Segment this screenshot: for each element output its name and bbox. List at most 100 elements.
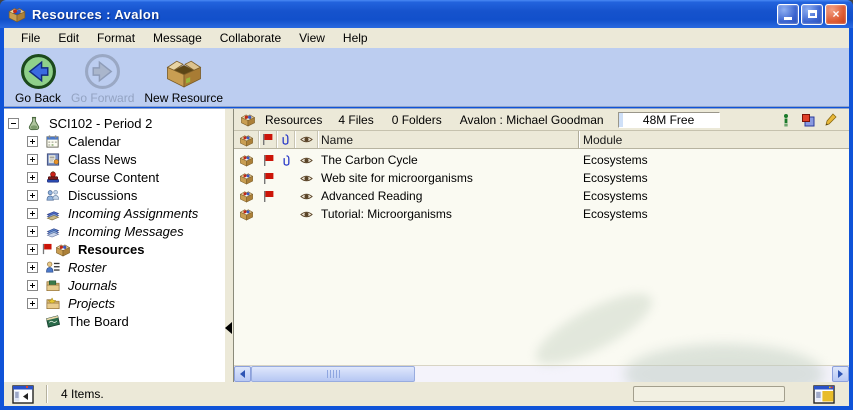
tree-item-label: Discussions [66, 188, 139, 203]
column-name[interactable]: Name [318, 131, 579, 148]
flag-icon [262, 154, 275, 167]
resource-box-icon [239, 133, 254, 147]
menu-item-format[interactable]: Format [88, 29, 144, 48]
expand-toggle-icon[interactable] [27, 208, 38, 219]
scroll-left-button[interactable] [234, 366, 251, 382]
paperclip-icon [280, 154, 293, 167]
resource-row[interactable]: Tutorial: Microorganisms Ecosystems [234, 205, 849, 223]
tree-item-label: Resources [76, 242, 146, 257]
close-button[interactable]: × [825, 4, 847, 25]
table-column-header: Name Module [234, 131, 849, 149]
column-module[interactable]: Module [579, 131, 849, 148]
tree-item-label: SCI102 - Period 2 [47, 116, 154, 131]
projects-icon [45, 296, 61, 311]
resource-name[interactable]: Advanced Reading [318, 187, 579, 205]
go-back-label: Go Back [15, 91, 61, 105]
menu-item-edit[interactable]: Edit [49, 29, 88, 48]
tree-item-incoming-messages[interactable]: Incoming Messages [4, 222, 225, 240]
tree-item-course-content[interactable]: Course Content [4, 168, 225, 186]
go-forward-icon [85, 53, 120, 90]
flag-icon [262, 172, 275, 185]
menu-item-file[interactable]: File [12, 29, 49, 48]
expand-toggle-icon[interactable] [27, 190, 38, 201]
menu-item-view[interactable]: View [290, 29, 334, 48]
expand-toggle-icon[interactable] [27, 262, 38, 273]
resource-name[interactable]: The Carbon Cycle [318, 151, 579, 169]
edit-pencil-icon[interactable] [823, 113, 837, 127]
go-forward-button: Go Forward [68, 52, 137, 106]
tree-item-label: Projects [66, 296, 117, 311]
column-type[interactable] [234, 131, 259, 148]
tree-item-label: Course Content [66, 170, 161, 185]
resource-row[interactable]: Web site for microorganisms Ecosystems [234, 169, 849, 187]
resource-box-icon [239, 153, 254, 167]
expand-toggle-icon[interactable] [27, 298, 38, 309]
scroll-right-button[interactable] [832, 366, 849, 382]
resource-module: Ecosystems [579, 205, 849, 223]
tree-item-label: Class News [66, 152, 139, 167]
go-forward-label: Go Forward [71, 91, 134, 105]
class-news-icon [45, 152, 61, 167]
panel-splitter[interactable] [225, 109, 234, 382]
column-flag[interactable] [259, 131, 277, 148]
paperclip-icon [279, 133, 292, 146]
title-bar[interactable]: Resources : Avalon × [0, 0, 853, 28]
copy-pages-icon[interactable] [801, 113, 815, 127]
tree-item-class-news[interactable]: Class News [4, 150, 225, 168]
tree-item-journals[interactable]: Journals [4, 276, 225, 294]
online-user-icon[interactable] [779, 113, 793, 127]
tree-item-roster[interactable]: Roster [4, 258, 225, 276]
status-bar: 4 Items. [4, 382, 849, 406]
expand-toggle-icon[interactable] [27, 226, 38, 237]
go-back-button[interactable]: Go Back [12, 52, 64, 106]
tree-item-incoming-assignments[interactable]: Incoming Assignments [4, 204, 225, 222]
tree-item-root[interactable]: SCI102 - Period 2 [4, 114, 225, 132]
eye-icon [300, 208, 313, 221]
collapse-panel-arrow-icon[interactable] [225, 322, 232, 334]
tree-item-projects[interactable]: Projects [4, 294, 225, 312]
column-visibility[interactable] [295, 131, 318, 148]
resource-box-icon [239, 207, 254, 221]
menu-item-help[interactable]: Help [334, 29, 377, 48]
expand-toggle-icon[interactable] [27, 172, 38, 183]
go-back-icon [21, 53, 56, 90]
item-count-text: 4 Items. [61, 387, 104, 401]
application-window: Resources : Avalon × File Edit Format Me… [0, 0, 853, 410]
course-tree-panel: SCI102 - Period 2 Calendar [4, 109, 225, 382]
menu-bar: File Edit Format Message Collaborate Vie… [4, 28, 849, 48]
expand-toggle-icon[interactable] [27, 136, 38, 147]
board-icon [45, 314, 61, 329]
free-space-fill [619, 113, 623, 127]
toggle-sidebar-icon[interactable] [12, 385, 34, 404]
incoming-messages-icon [45, 224, 61, 239]
resource-module: Ecosystems [579, 169, 849, 187]
flask-icon [26, 116, 42, 131]
tree-item-the-board[interactable]: The Board [4, 312, 225, 330]
resource-row[interactable]: Advanced Reading Ecosystems [234, 187, 849, 205]
menu-item-collaborate[interactable]: Collaborate [211, 29, 290, 48]
resource-name[interactable]: Web site for microorganisms [318, 169, 579, 187]
maximize-button[interactable] [801, 4, 823, 25]
discussions-icon [45, 188, 61, 203]
resource-name[interactable]: Tutorial: Microorganisms [318, 205, 579, 223]
tree-item-label: Journals [66, 278, 119, 293]
menu-item-message[interactable]: Message [144, 29, 211, 48]
tree-item-resources[interactable]: Resources [4, 240, 225, 258]
column-attachment[interactable] [277, 131, 295, 148]
tree-item-calendar[interactable]: Calendar [4, 132, 225, 150]
expand-toggle-icon[interactable] [27, 244, 38, 255]
tree-item-label: Calendar [66, 134, 123, 149]
collapse-toggle-icon[interactable] [8, 118, 19, 129]
minimize-button[interactable] [777, 4, 799, 25]
layout-view-icon[interactable] [813, 385, 835, 404]
new-resource-button[interactable]: New Resource [141, 52, 226, 106]
resource-row[interactable]: The Carbon Cycle Ecosystems [234, 151, 849, 169]
expand-toggle-icon[interactable] [27, 154, 38, 165]
scrollbar-thumb[interactable] [251, 366, 415, 382]
expand-toggle-icon[interactable] [27, 280, 38, 291]
flag-icon [262, 190, 275, 203]
resource-list: The Carbon Cycle Ecosystems Web site for… [234, 149, 849, 365]
status-progress-field [633, 386, 785, 402]
flag-icon [261, 133, 274, 146]
tree-item-discussions[interactable]: Discussions [4, 186, 225, 204]
